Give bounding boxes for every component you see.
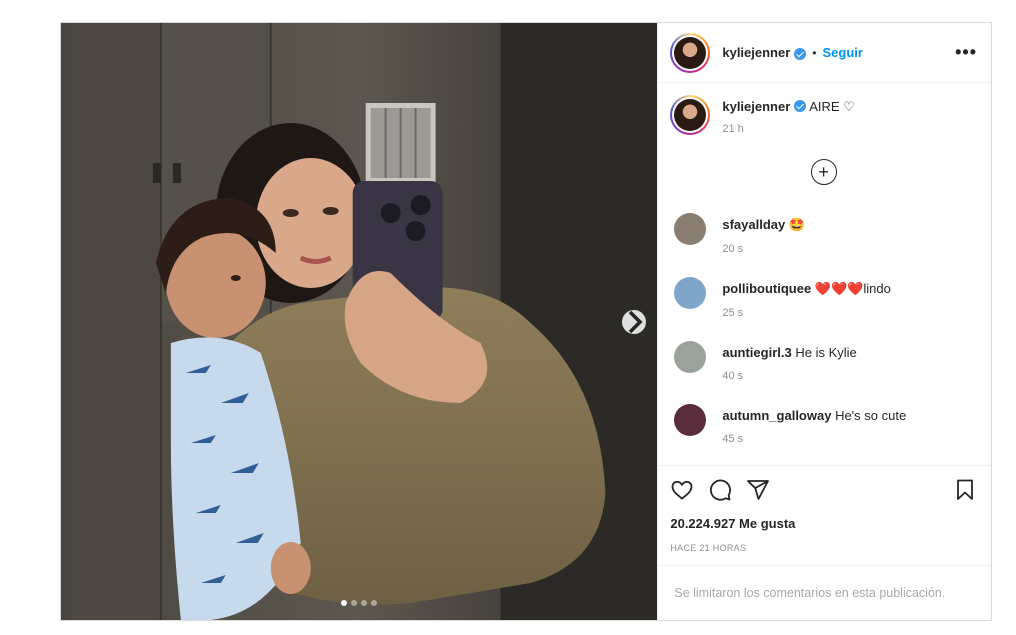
share-icon [747,480,770,500]
chevron-right-icon [628,310,643,334]
instagram-post: kyliejenner • Seguir ••• kyliejenner AIR… [60,22,992,621]
commenter-username[interactable]: autumn_galloway [722,408,831,423]
avatar[interactable] [670,32,711,73]
avatar[interactable] [670,95,711,135]
comment-timestamp[interactable]: 40 s [722,370,856,382]
post-timestamp[interactable]: HACE 21 HORAS [670,543,977,553]
comment-item: polliboutiquee ❤️❤️❤️lindo 25 s [670,277,977,319]
carousel-dot [371,600,378,606]
caption-body: AIRE ♡ [809,99,855,114]
verified-badge-icon [794,47,807,60]
commenter-username[interactable]: polliboutiquee [722,281,811,296]
bookmark-icon [957,479,973,500]
save-button[interactable] [953,478,977,502]
profile-picture [674,99,707,131]
mirror-selfie-image [61,23,658,620]
post-photo[interactable] [61,23,658,620]
comment-timestamp[interactable]: 45 s [722,433,906,445]
caption-timestamp[interactable]: 21 h [722,123,854,135]
comment-button[interactable] [708,478,732,502]
commenter-avatar[interactable] [674,404,707,436]
comment-timestamp[interactable]: 25 s [722,307,890,319]
carousel-indicator [61,600,657,606]
comments-section: kyliejenner AIRE ♡ 21 h + sfayallday 🤩 2… [658,83,991,465]
comment-body: polliboutiquee ❤️❤️❤️lindo 25 s [722,277,890,319]
commenter-avatar[interactable] [674,277,707,309]
share-button[interactable] [746,478,770,502]
carousel-dot [341,600,348,606]
carousel-dot [361,600,368,606]
comment-item: auntiegirl.3 He is Kylie 40 s [670,341,977,382]
avatar-border [672,34,709,71]
caption: kyliejenner AIRE ♡ 21 h [670,95,977,135]
avatar-border [672,97,709,133]
commenter-avatar[interactable] [674,213,707,245]
commenter-avatar[interactable] [674,341,707,373]
carousel-next-button[interactable] [622,310,646,334]
separator-dot: • [812,45,817,60]
comment-item: autumn_galloway He's so cute 45 s [670,404,977,445]
action-bar: 20.224.927 Me gusta HACE 21 HORAS [658,465,991,565]
commenter-username[interactable]: sfayallday [722,217,785,232]
carousel-dot [351,600,358,606]
comment-icon [710,479,732,501]
comment-text: He is Kylie [795,345,857,360]
username-link[interactable]: kyliejenner [722,45,790,60]
heart-icon [671,480,693,500]
post-side-panel: kyliejenner • Seguir ••• kyliejenner AIR… [657,23,991,620]
caption-username[interactable]: kyliejenner [722,99,790,114]
comment-text: ❤️❤️❤️lindo [814,281,891,296]
comment-body: sfayallday 🤩 20 s [722,213,805,255]
comments-limited-notice: Se limitaron los comentarios en esta pub… [658,565,991,620]
plus-circle-icon[interactable]: + [810,159,837,185]
action-icons [670,478,977,502]
post-header: kyliejenner • Seguir ••• [658,23,991,83]
comment-body: auntiegirl.3 He is Kylie 40 s [722,341,856,382]
comment-text: He's so cute [835,408,907,423]
profile-picture [674,36,707,69]
caption-text: kyliejenner AIRE ♡ 21 h [722,95,854,135]
comment-list: sfayallday 🤩 20 s polliboutiquee ❤️❤️❤️l… [670,213,977,445]
comment-text: 🤩 [788,217,806,232]
comment-item: sfayallday 🤩 20 s [670,213,977,255]
commenter-username[interactable]: auntiegirl.3 [722,345,791,360]
like-button[interactable] [670,478,694,502]
more-options-button[interactable]: ••• [955,42,977,63]
follow-button[interactable]: Seguir [823,45,863,60]
likes-count[interactable]: 20.224.927 Me gusta [670,516,977,531]
comment-body: autumn_galloway He's so cute 45 s [722,404,906,445]
comment-timestamp[interactable]: 20 s [722,243,805,255]
verified-badge-icon [794,100,807,112]
